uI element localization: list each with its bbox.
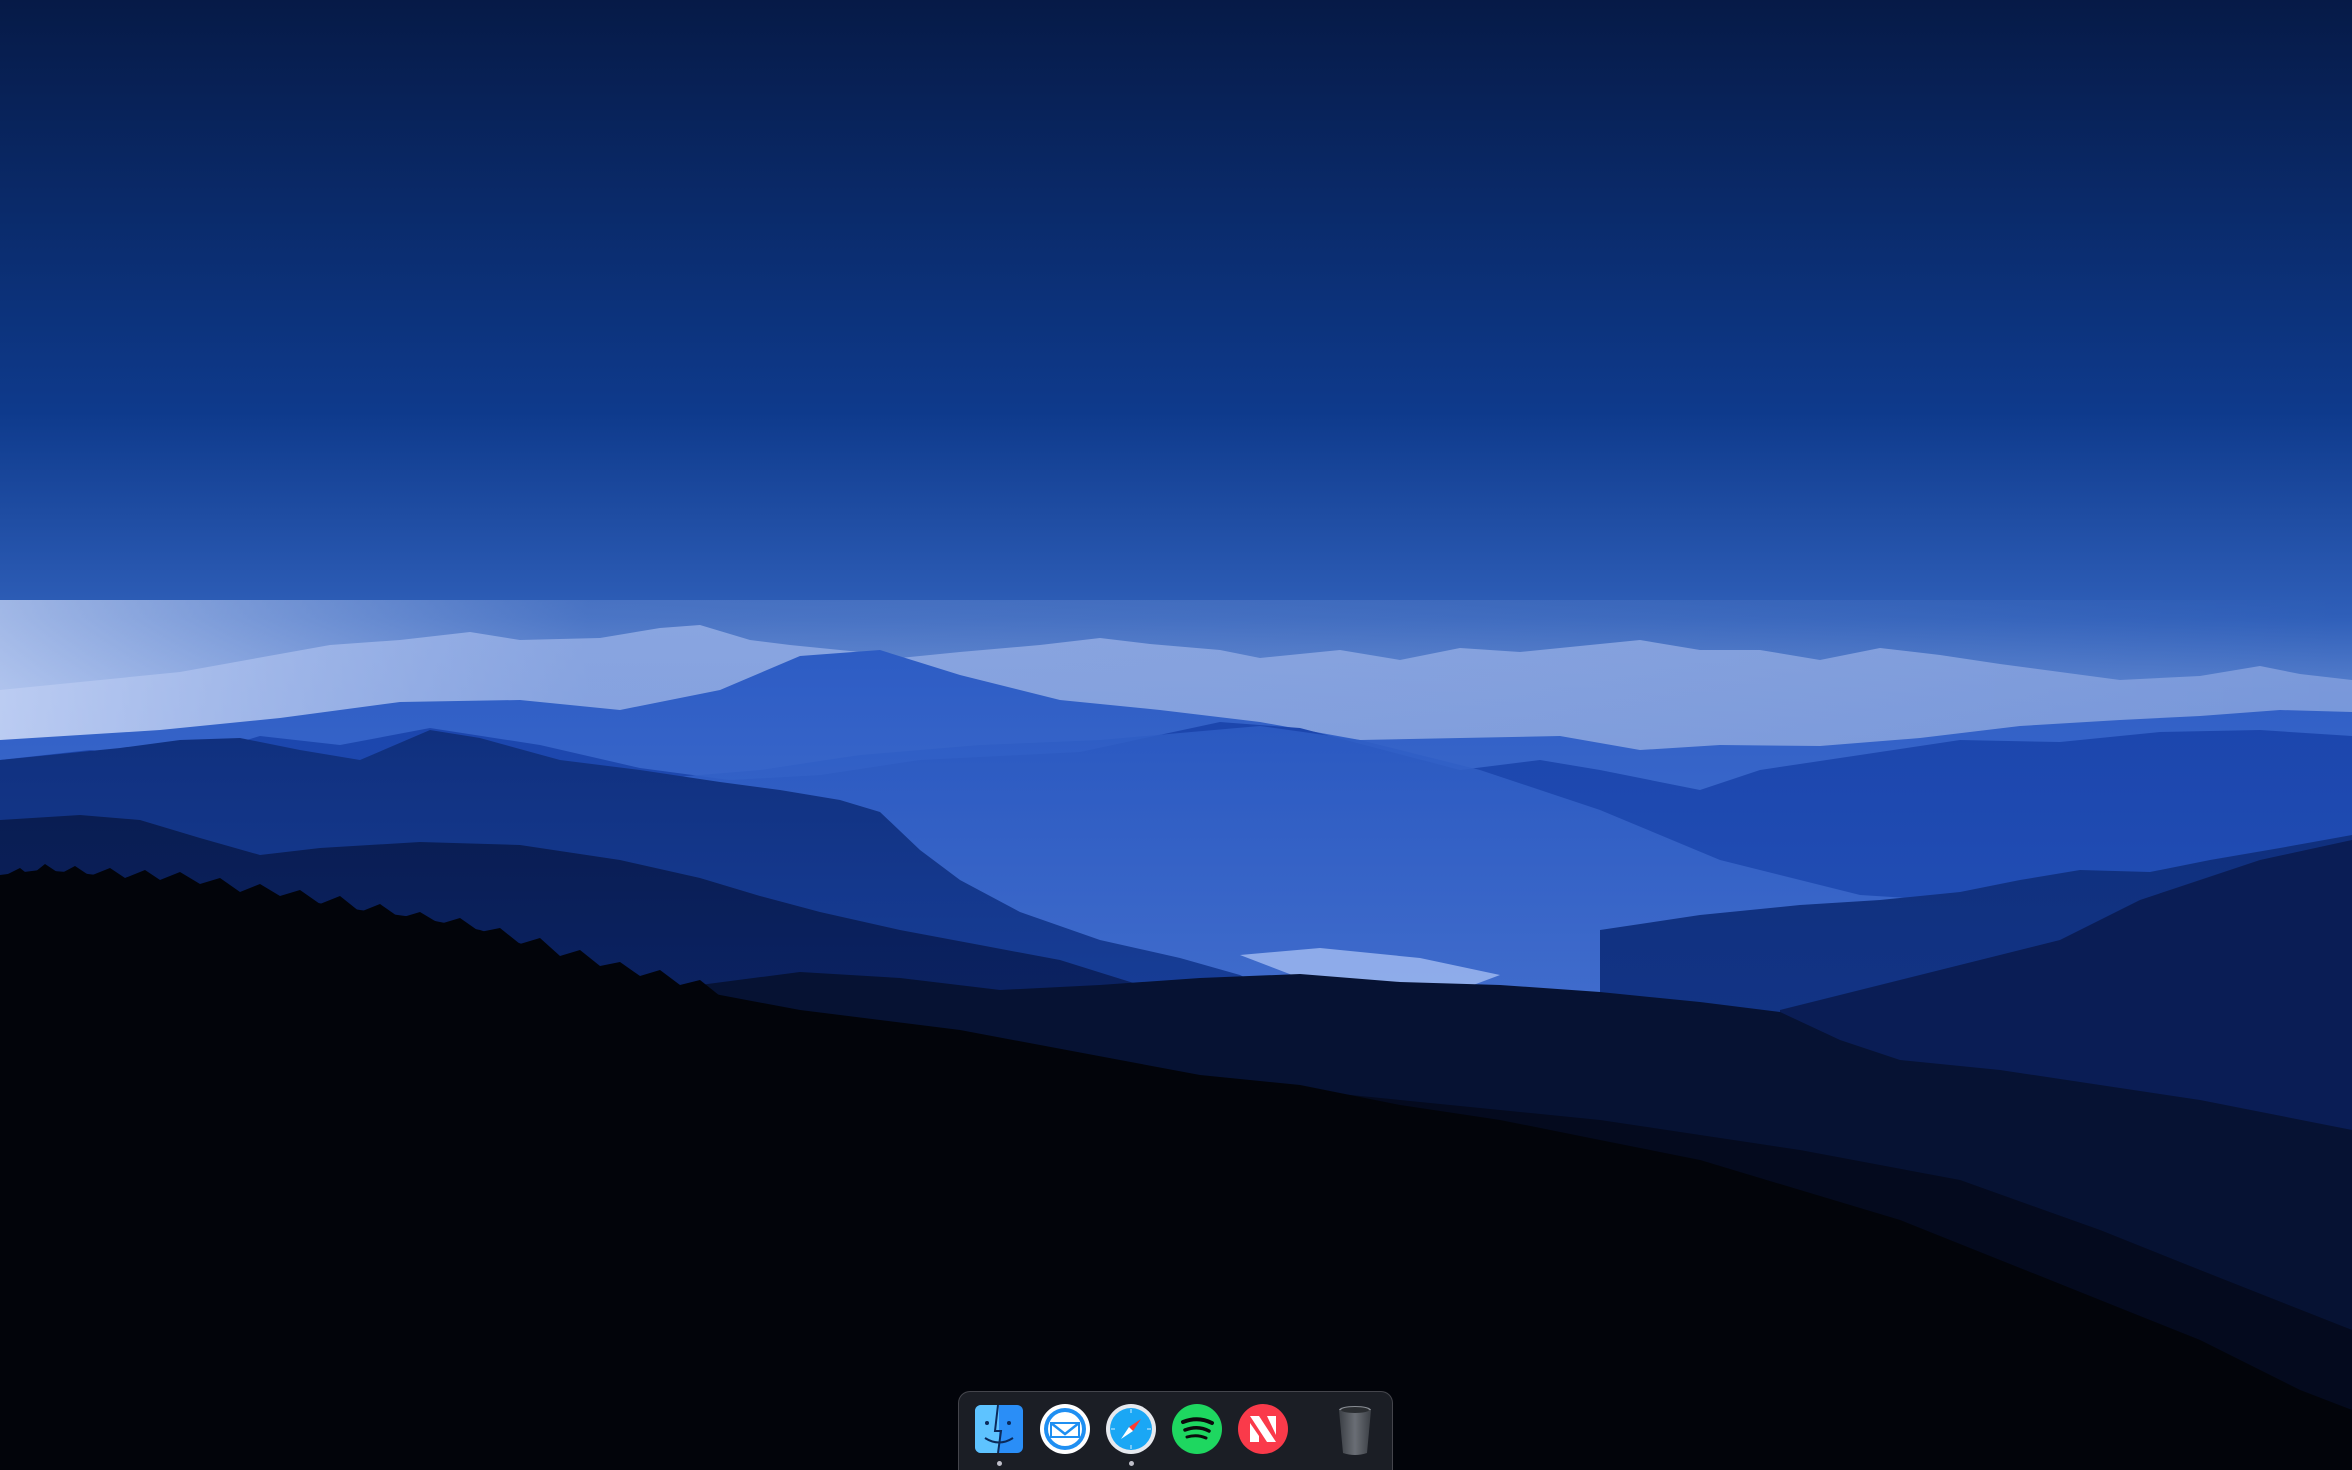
finder-icon bbox=[975, 1404, 1023, 1454]
dock-item-finder[interactable] bbox=[971, 1401, 1027, 1466]
trash-icon bbox=[1339, 1406, 1371, 1455]
dock bbox=[958, 1391, 1393, 1470]
safari-icon bbox=[1106, 1404, 1156, 1454]
running-indicator bbox=[996, 1461, 1002, 1466]
airmail-icon bbox=[1040, 1404, 1090, 1454]
dock-item-airmail[interactable] bbox=[1037, 1401, 1093, 1457]
spotify-icon bbox=[1172, 1404, 1222, 1454]
dock-item-trash[interactable] bbox=[1327, 1401, 1383, 1457]
desktop[interactable] bbox=[0, 0, 2352, 1470]
dock-item-news[interactable] bbox=[1235, 1401, 1291, 1457]
dock-item-spotify[interactable] bbox=[1169, 1401, 1225, 1457]
running-indicator bbox=[1128, 1461, 1134, 1466]
wallpaper bbox=[0, 0, 2352, 1470]
dock-item-safari[interactable] bbox=[1103, 1401, 1159, 1466]
news-icon bbox=[1238, 1404, 1288, 1454]
